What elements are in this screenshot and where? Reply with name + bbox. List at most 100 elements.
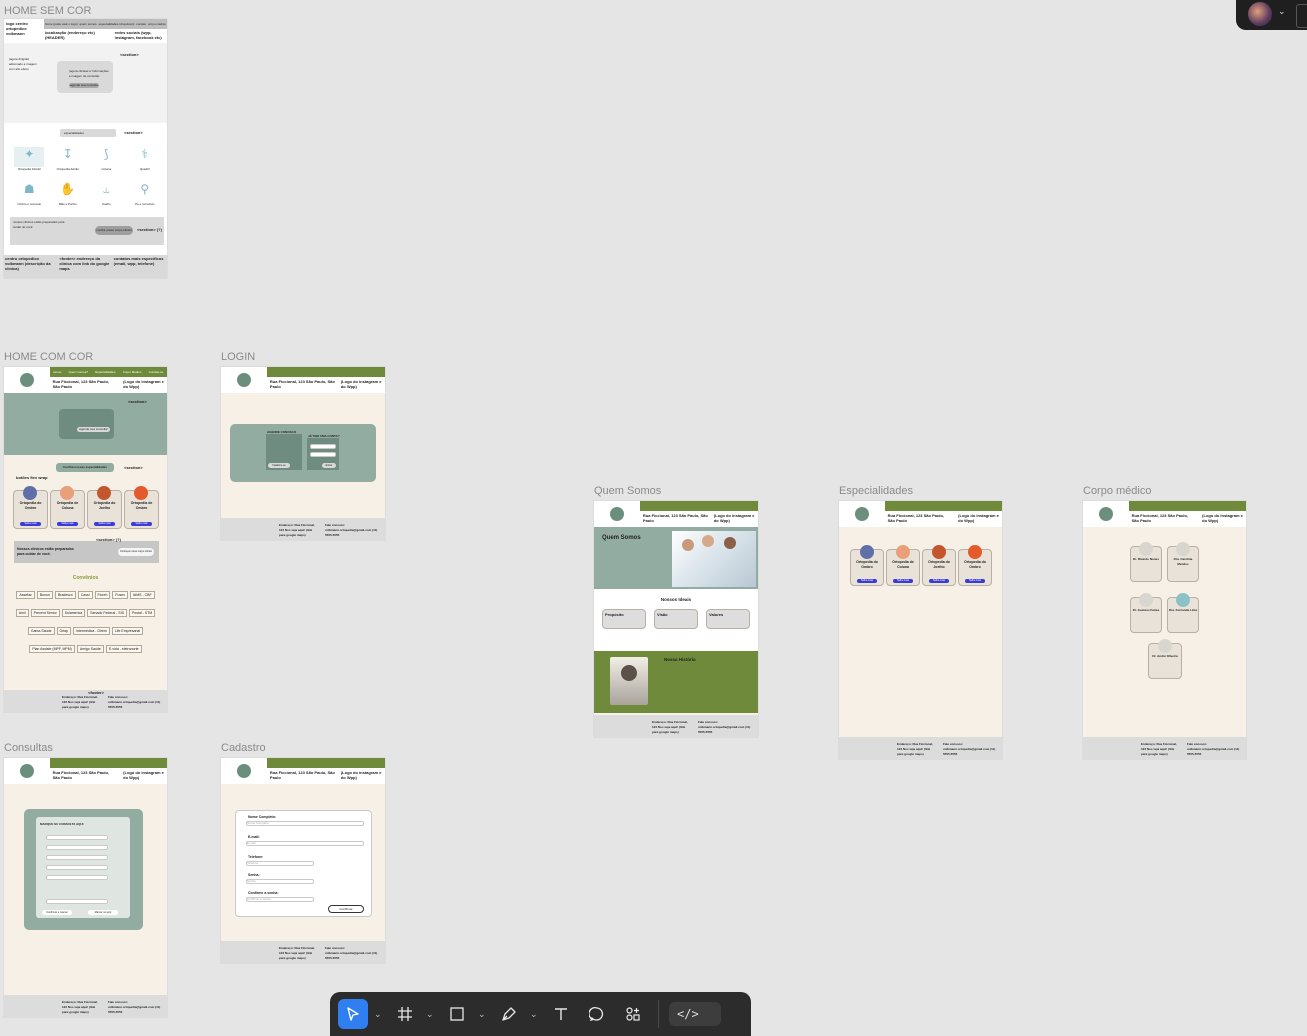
- nav-item[interactable]: quem somos: [80, 22, 97, 27]
- specialty-icon-item[interactable]: ☗ Ombro e cotovelo: [10, 182, 49, 207]
- footer: <footer> Endereço: Rua Ficcional, 123 No…: [4, 690, 167, 712]
- specialty-icon-item[interactable]: ⟆ Coluna: [87, 147, 126, 172]
- comment-tool-icon[interactable]: [582, 999, 612, 1029]
- appointment-input[interactable]: [46, 875, 108, 880]
- frame-label-quem-somos[interactable]: Quem Somos: [594, 485, 661, 497]
- rectangle-tool-icon[interactable]: [442, 999, 472, 1029]
- chevron-down-icon[interactable]: ⌄: [1278, 6, 1286, 17]
- appointment-input[interactable]: [46, 855, 108, 860]
- appointment-input[interactable]: [46, 845, 108, 850]
- frame-corpo-medico[interactable]: Rua Ficcional, 123 São Paulo, São Paulo (…: [1083, 501, 1246, 759]
- frame-label-especialidades[interactable]: Especialidades: [839, 485, 913, 497]
- specialty-icon-item[interactable]: ⚲ Pé e tornozelo: [126, 182, 165, 207]
- phone-input[interactable]: Telefone: [246, 861, 314, 866]
- nav-item[interactable]: Quem somos?: [69, 370, 89, 375]
- pen-tool-icon[interactable]: [494, 999, 524, 1029]
- frame-label-corpo-medico[interactable]: Corpo médico: [1083, 485, 1151, 497]
- nav-item[interactable]: Especialidades: [95, 370, 115, 375]
- login-email-input[interactable]: [310, 444, 336, 449]
- nav-item[interactable]: contato: [136, 22, 146, 27]
- specialty-card-button[interactable]: Saiba mais: [965, 579, 985, 583]
- specialty-icon-item[interactable]: ↧ Ortopedia Adulto: [49, 147, 88, 172]
- avatar[interactable]: [1248, 2, 1272, 26]
- doctor-card[interactable]: Dr. André Oliveira: [1148, 639, 1182, 679]
- nav-item[interactable]: Home: [53, 370, 61, 375]
- nav-item[interactable]: corpo médico: [148, 22, 166, 27]
- dev-mode-toggle-icon[interactable]: </>: [669, 1002, 721, 1026]
- confirm-button[interactable]: Confirmar: [328, 905, 364, 913]
- hero-button[interactable]: agende sua consulta: [69, 83, 99, 88]
- frame-home-sem-cor[interactable]: logo centro ortopedico volkmann home (po…: [4, 19, 167, 278]
- specialty-card-button[interactable]: Saiba mais: [893, 579, 913, 583]
- specialty-icon-item[interactable]: ⚕ Quadril: [126, 147, 165, 172]
- text-tool-icon[interactable]: [546, 999, 576, 1029]
- appointment-input[interactable]: [46, 865, 108, 870]
- whatsapp-button[interactable]: Marcar no wpp: [88, 910, 118, 915]
- doctor-card[interactable]: Dr. Gustavo Farias: [1130, 593, 1162, 633]
- login-button[interactable]: Entrar: [322, 463, 336, 468]
- appointment-input[interactable]: [46, 899, 108, 904]
- specialty-card[interactable]: Ortopedia do Ombro Saiba mais: [850, 545, 884, 586]
- nav-item[interactable]: Contate-se: [149, 370, 164, 375]
- convenio-chip: Senado Federal - SIS: [87, 609, 127, 617]
- specialty-icon-item[interactable]: ⥿ Joelho: [87, 182, 126, 207]
- frame-label-home-com-cor[interactable]: HOME COM COR: [4, 351, 93, 363]
- nav-item[interactable]: Corpo Médico: [123, 370, 142, 375]
- specialty-card[interactable]: Ortopedia do Joelho Saiba mais: [922, 545, 956, 586]
- specialty-card-button[interactable]: Saiba mais: [857, 579, 877, 583]
- frame-consultas[interactable]: Rua Ficcional, 123 São Paulo, São Paulo (…: [4, 758, 167, 1017]
- frame-label-cadastro[interactable]: Cadastro: [221, 742, 266, 754]
- team-button[interactable]: Conheça nosso corpo clínico: [118, 548, 154, 556]
- frame-label-consultas[interactable]: Consultas: [4, 742, 53, 754]
- specialty-icon-item[interactable]: ✦ Ortopedia Infantil: [10, 147, 49, 172]
- header-social: (Logo do instagram e do Wpp): [1202, 513, 1243, 523]
- specialty-card[interactable]: Ortopedia de Coluna Saiba mais: [50, 486, 85, 529]
- email-input[interactable]: E-mail: [246, 841, 364, 846]
- team-button[interactable]: confira nosso corpo clínico: [95, 226, 133, 235]
- specialty-card[interactable]: Ortopedia do Joelho Saiba mais: [87, 486, 122, 529]
- hero-box[interactable]: (agora clicavel c/ informações e imagem …: [57, 61, 113, 93]
- nav-item[interactable]: especialidades (dropdown): [99, 22, 135, 27]
- specialty-icon-item[interactable]: ✋ Mão e Punho: [49, 182, 88, 207]
- specialty-card[interactable]: Ortopedia de Ombro Saiba mais: [124, 486, 159, 529]
- specialties-pill[interactable]: especialidades: [60, 129, 116, 137]
- move-tool-icon[interactable]: [338, 999, 368, 1029]
- chevron-down-icon[interactable]: ⌄: [530, 1009, 540, 1020]
- full-name-input[interactable]: Nome Completo: [246, 821, 364, 826]
- toolbar-divider: [658, 1000, 659, 1028]
- frame-especialidades[interactable]: Rua Ficcional, 123 São Paulo, São Paulo (…: [839, 501, 1002, 759]
- doctor-card[interactable]: Dra. Carolina Mendes: [1167, 542, 1199, 582]
- hero-box[interactable]: Agende sua consulta!: [59, 409, 114, 439]
- frame-home-com-cor[interactable]: Home Quem somos? Especialidades Corpo Mé…: [4, 367, 167, 712]
- frame-cadastro[interactable]: Rua Ficcional, 123 São Paulo, São Paulo (…: [221, 758, 385, 963]
- frame-tool-icon[interactable]: [390, 999, 420, 1029]
- chevron-down-icon[interactable]: ⌄: [374, 1009, 384, 1020]
- specialty-card-button[interactable]: Saiba mais: [131, 522, 152, 526]
- frame-label-home-sem-cor[interactable]: HOME SEM COR: [4, 5, 91, 17]
- specialty-card[interactable]: Ortopedia de Coluna Saiba mais: [886, 545, 920, 586]
- hero-button[interactable]: Agende sua consulta!: [77, 427, 110, 432]
- appointment-input[interactable]: [46, 835, 108, 840]
- user-menu[interactable]: ⌄: [1236, 0, 1307, 30]
- specialty-card-button[interactable]: Saiba mais: [94, 522, 115, 526]
- nav-item[interactable]: home (pode usar o logo): [45, 22, 78, 27]
- login-password-input[interactable]: [310, 452, 336, 457]
- doctor-card[interactable]: Dr. Ricardo Nunes: [1130, 542, 1162, 582]
- frame-login[interactable]: Rua Ficcional, 123 São Paulo, São Paulo (…: [221, 367, 385, 540]
- specialties-pill[interactable]: Confira nossas especialidades: [56, 463, 114, 472]
- signup-button[interactable]: Cadastre-se: [268, 463, 290, 468]
- frame-quem-somos[interactable]: Rua Ficcional, 123 São Paulo, São Paulo (…: [594, 501, 758, 737]
- confirm-appointment-button[interactable]: Confirmar e marcar: [42, 910, 72, 915]
- specialty-card-button[interactable]: Saiba mais: [929, 579, 949, 583]
- frame-label-login[interactable]: LOGIN: [221, 351, 255, 363]
- password-input[interactable]: Senha: [246, 879, 314, 884]
- specialty-card-button[interactable]: Saiba mais: [57, 522, 78, 526]
- confirm-password-input[interactable]: Confirme a senha: [246, 897, 314, 902]
- actions-tool-icon[interactable]: [618, 999, 648, 1029]
- chevron-down-icon[interactable]: ⌄: [426, 1009, 436, 1020]
- specialty-card[interactable]: Ortopedia do Ombro Saiba mais: [958, 545, 992, 586]
- doctor-card[interactable]: Dra. Fernanda Lima: [1167, 593, 1199, 633]
- chevron-down-icon[interactable]: ⌄: [478, 1009, 488, 1020]
- specialty-card[interactable]: Ortopedia do Ombro Saiba mais: [13, 486, 48, 529]
- specialty-card-button[interactable]: Saiba mais: [20, 522, 41, 526]
